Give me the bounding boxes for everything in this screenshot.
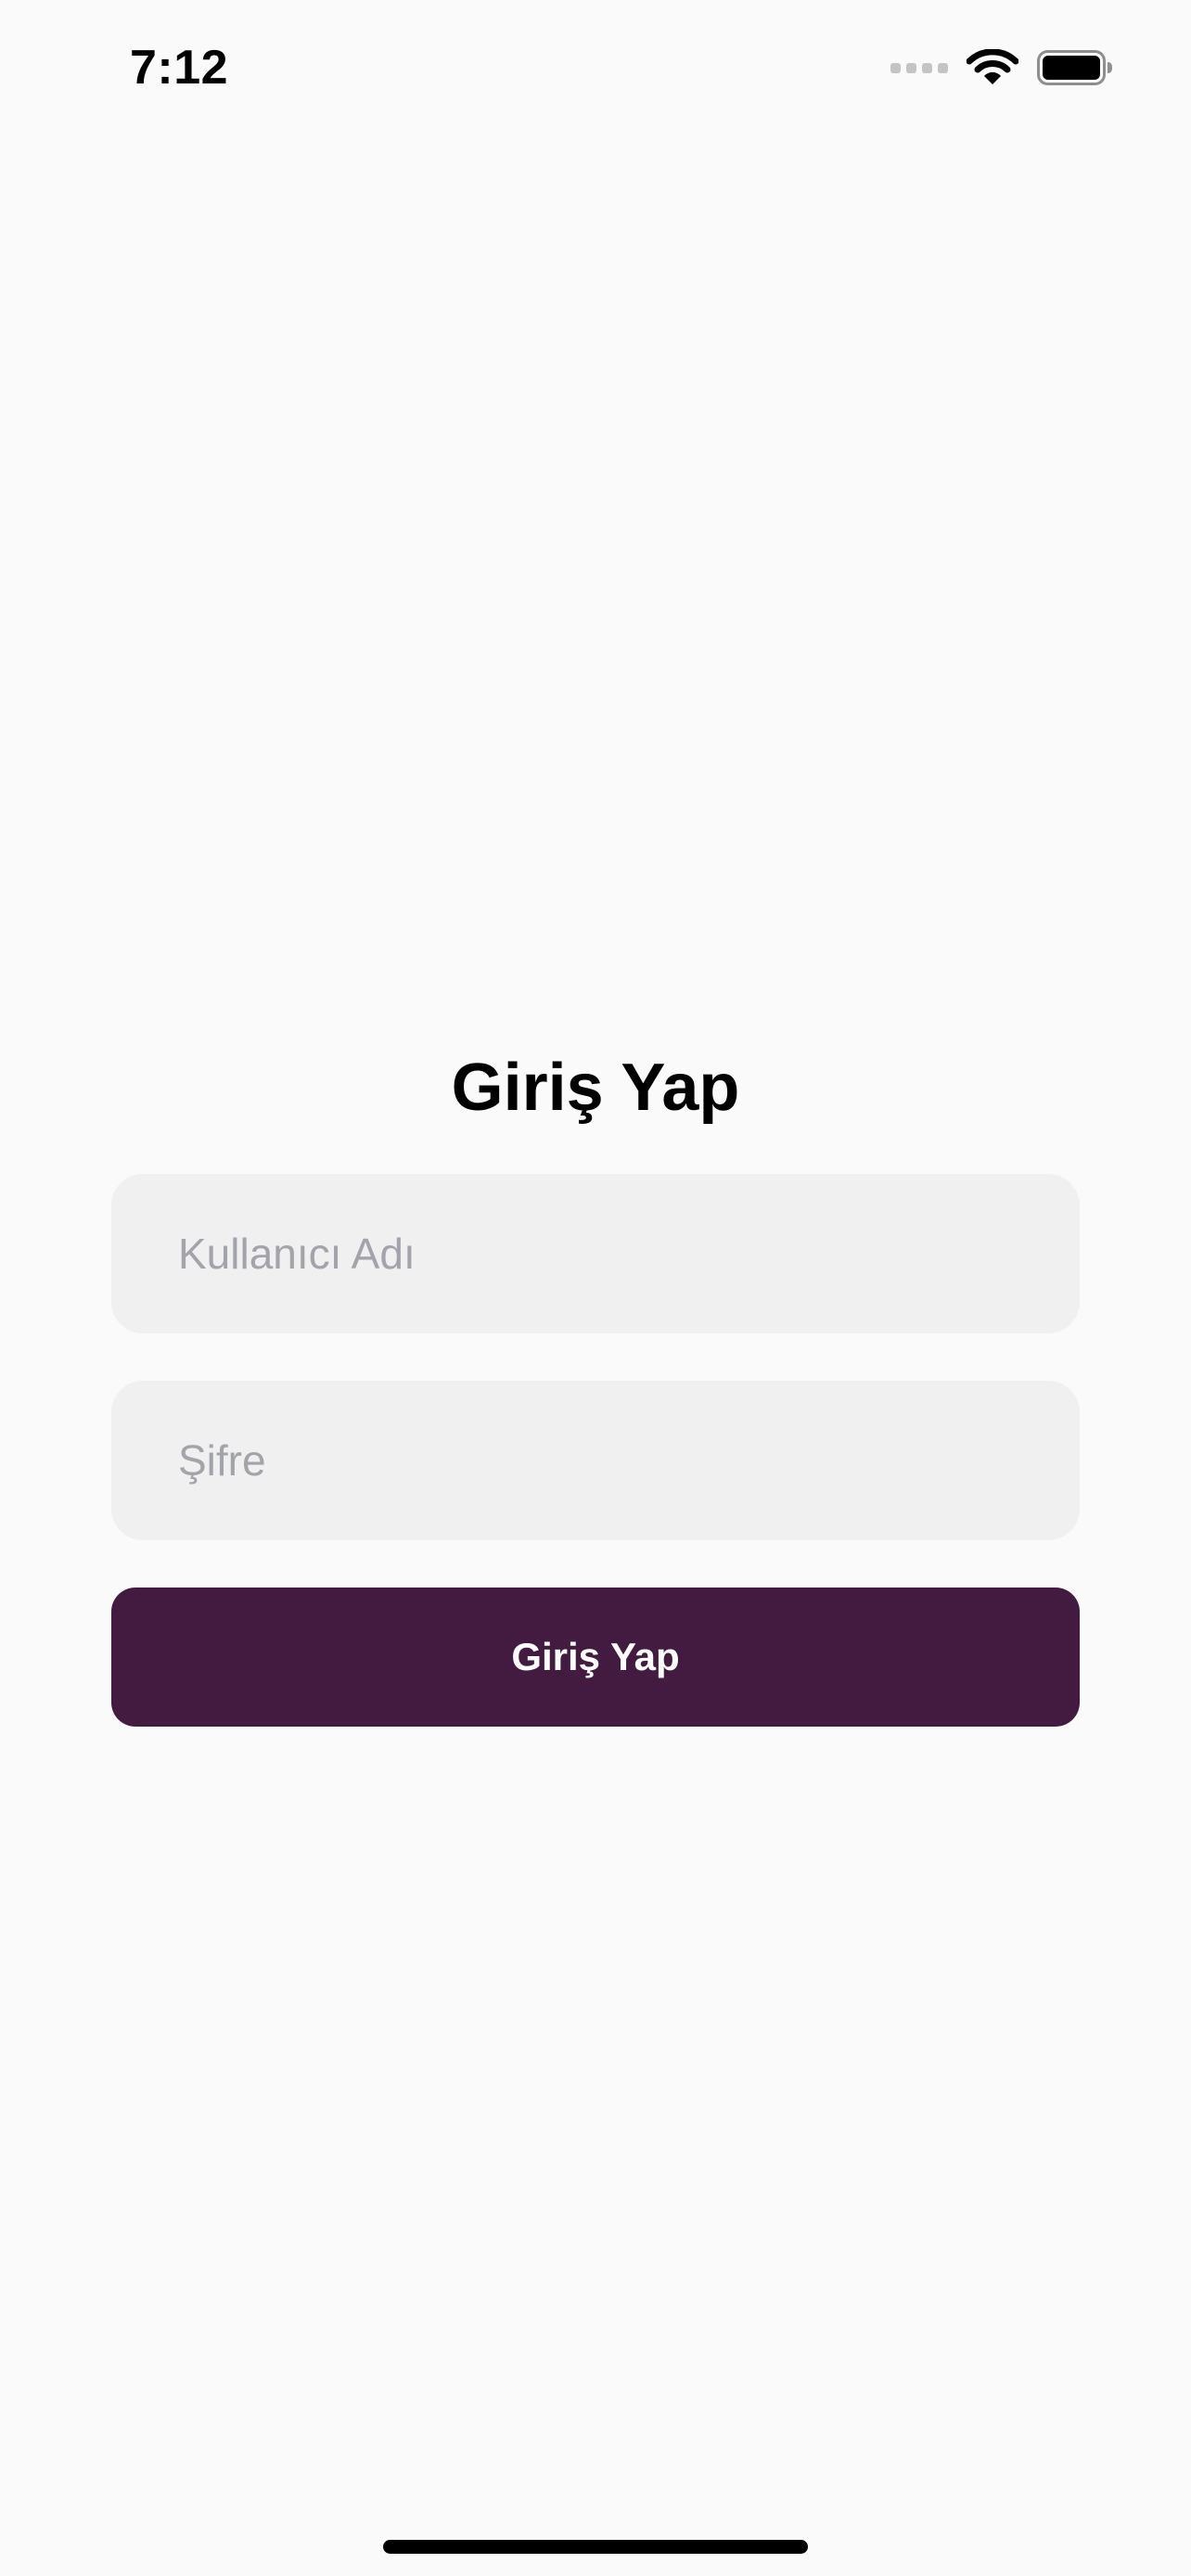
password-input[interactable] xyxy=(176,1435,1080,1486)
wifi-icon xyxy=(967,49,1018,84)
login-button-label: Giriş Yap xyxy=(511,1635,680,1678)
signal-dots-icon xyxy=(890,62,948,73)
password-field[interactable] xyxy=(111,1381,1080,1540)
username-field[interactable] xyxy=(111,1174,1080,1333)
status-icons xyxy=(890,45,1113,91)
login-button[interactable]: Giriş Yap xyxy=(111,1588,1080,1727)
page-title: Giriş Yap xyxy=(451,1051,740,1125)
home-indicator[interactable] xyxy=(383,2540,808,2554)
status-time: 7:12 xyxy=(130,41,229,95)
status-bar: 7:12 xyxy=(0,0,1191,130)
username-input[interactable] xyxy=(176,1228,1080,1280)
battery-icon xyxy=(1037,50,1112,85)
